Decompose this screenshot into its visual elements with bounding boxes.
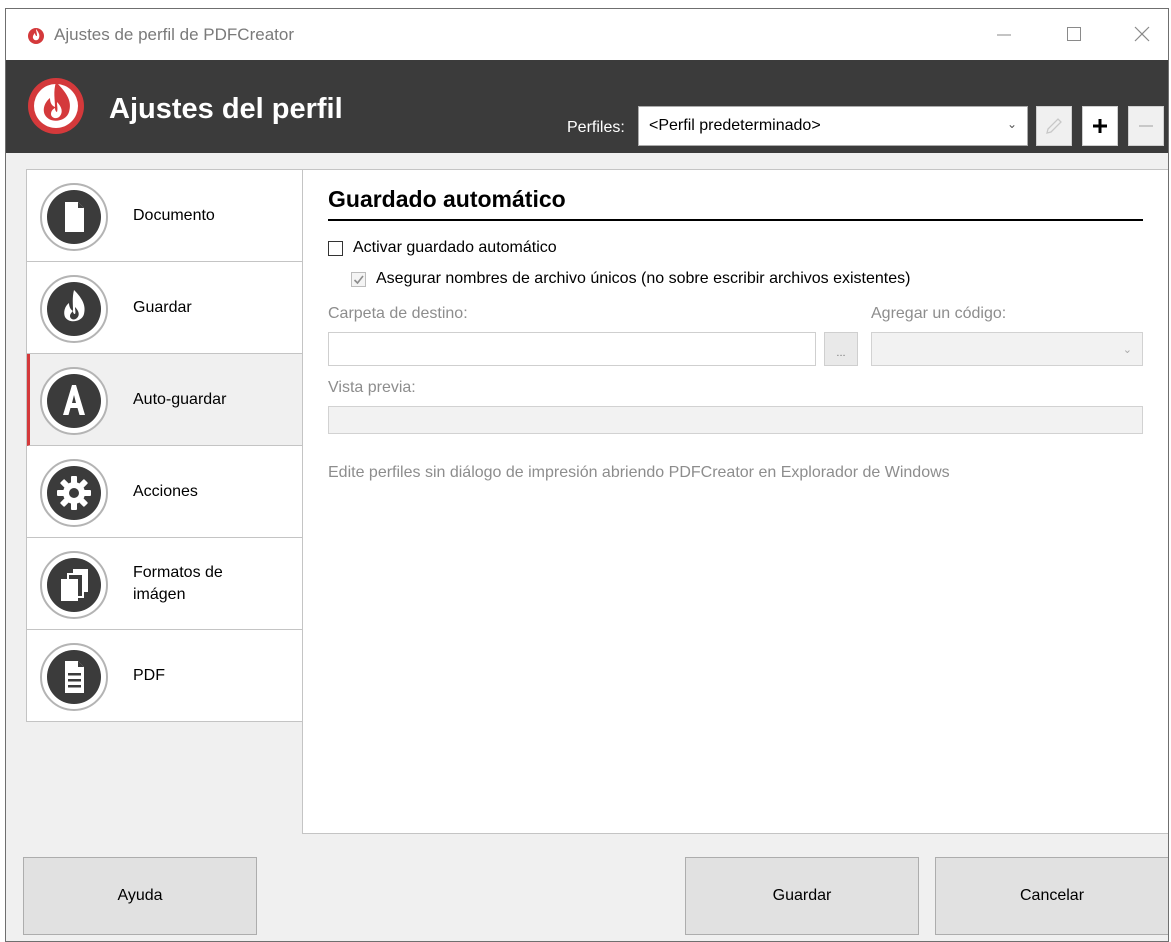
minimize-button[interactable]	[981, 19, 1027, 49]
activate-auto-save-label: Activar guardado automático	[353, 239, 557, 256]
settings-sidebar: Documento Guardar Auto-guardar Acciones …	[26, 169, 303, 722]
flame-icon	[40, 275, 108, 343]
help-button[interactable]: Ayuda	[23, 857, 257, 935]
remove-profile-button[interactable]	[1128, 106, 1164, 146]
minus-icon	[1139, 125, 1153, 127]
sidebar-item-label: Acciones	[133, 483, 198, 500]
info-hint: Edite perfiles sin diálogo de impresión …	[328, 464, 950, 481]
add-token-label: Agregar un código:	[871, 305, 1007, 322]
profile-settings-window: Ajustes de perfil de PDFCreator Ajustes …	[5, 8, 1169, 942]
sidebar-item-label: Guardar	[133, 299, 192, 316]
add-token-dropdown[interactable]: ⌄	[871, 332, 1143, 366]
close-button[interactable]	[1119, 19, 1165, 49]
section-title: Guardado automático	[328, 186, 566, 212]
activate-auto-save-checkbox[interactable]	[328, 240, 343, 256]
rename-profile-button[interactable]	[1036, 106, 1072, 146]
gear-icon	[40, 459, 108, 527]
sidebar-item-label: Auto-guardar	[133, 391, 227, 408]
window-title: Ajustes de perfil de PDFCreator	[54, 25, 294, 44]
browse-folder-button[interactable]: ...	[824, 332, 858, 366]
sidebar-item-label: PDF	[133, 667, 165, 684]
sidebar-item-documento[interactable]: Documento	[27, 170, 303, 262]
sidebar-item-guardar[interactable]: Guardar	[27, 262, 303, 354]
maximize-icon	[1067, 27, 1081, 41]
close-icon	[1134, 26, 1150, 42]
chevron-down-icon: ⌄	[1122, 344, 1132, 356]
pdfcreator-logo-icon	[28, 78, 84, 134]
app-flame-icon	[28, 28, 44, 44]
header-title: Ajustes del perfil	[109, 93, 343, 125]
letter-a-icon	[40, 367, 108, 435]
sidebar-item-auto-guardar[interactable]: Auto-guardar	[27, 354, 303, 446]
profile-dropdown[interactable]: <Perfil predeterminado> ⌄	[638, 106, 1028, 146]
target-folder-label: Carpeta de destino:	[328, 305, 468, 322]
profile-header: Ajustes del perfil Perfiles: <Perfil pre…	[6, 60, 1168, 153]
checkmark-icon	[353, 275, 364, 284]
cancel-button[interactable]: Cancelar	[935, 857, 1168, 935]
add-profile-button[interactable]	[1082, 106, 1118, 146]
sidebar-item-formatos-de-imagen[interactable]: Formatos de imágen	[27, 538, 303, 630]
minimize-icon	[997, 34, 1011, 36]
sidebar-item-pdf[interactable]: PDF	[27, 630, 303, 722]
title-bar: Ajustes de perfil de PDFCreator	[6, 9, 1168, 60]
unique-filenames-label: Asegurar nombres de archivo únicos (no s…	[376, 270, 911, 287]
pencil-icon	[1046, 118, 1062, 134]
chevron-down-icon: ⌄	[1006, 117, 1017, 131]
save-button[interactable]: Guardar	[685, 857, 919, 935]
sidebar-item-acciones[interactable]: Acciones	[27, 446, 303, 538]
auto-save-panel: Guardado automático Activar guardado aut…	[302, 169, 1168, 834]
document-icon	[40, 183, 108, 251]
stacked-pages-icon	[40, 551, 108, 619]
unique-filenames-row[interactable]: Asegurar nombres de archivo únicos (no s…	[351, 270, 910, 288]
sidebar-item-label: Formatos de imágen	[133, 564, 223, 603]
profiles-label: Perfiles:	[567, 119, 625, 136]
target-folder-input[interactable]	[328, 332, 816, 366]
sidebar-item-label: Documento	[133, 207, 215, 224]
maximize-button[interactable]	[1051, 19, 1097, 49]
preview-label: Vista previa:	[328, 379, 416, 396]
pdf-page-icon	[40, 643, 108, 711]
plus-icon	[1093, 119, 1107, 133]
unique-filenames-checkbox[interactable]	[351, 271, 366, 287]
section-divider	[328, 219, 1143, 221]
profile-selected-value: <Perfil predeterminado>	[649, 117, 821, 134]
activate-auto-save-row[interactable]: Activar guardado automático	[328, 239, 557, 257]
preview-field	[328, 406, 1143, 434]
